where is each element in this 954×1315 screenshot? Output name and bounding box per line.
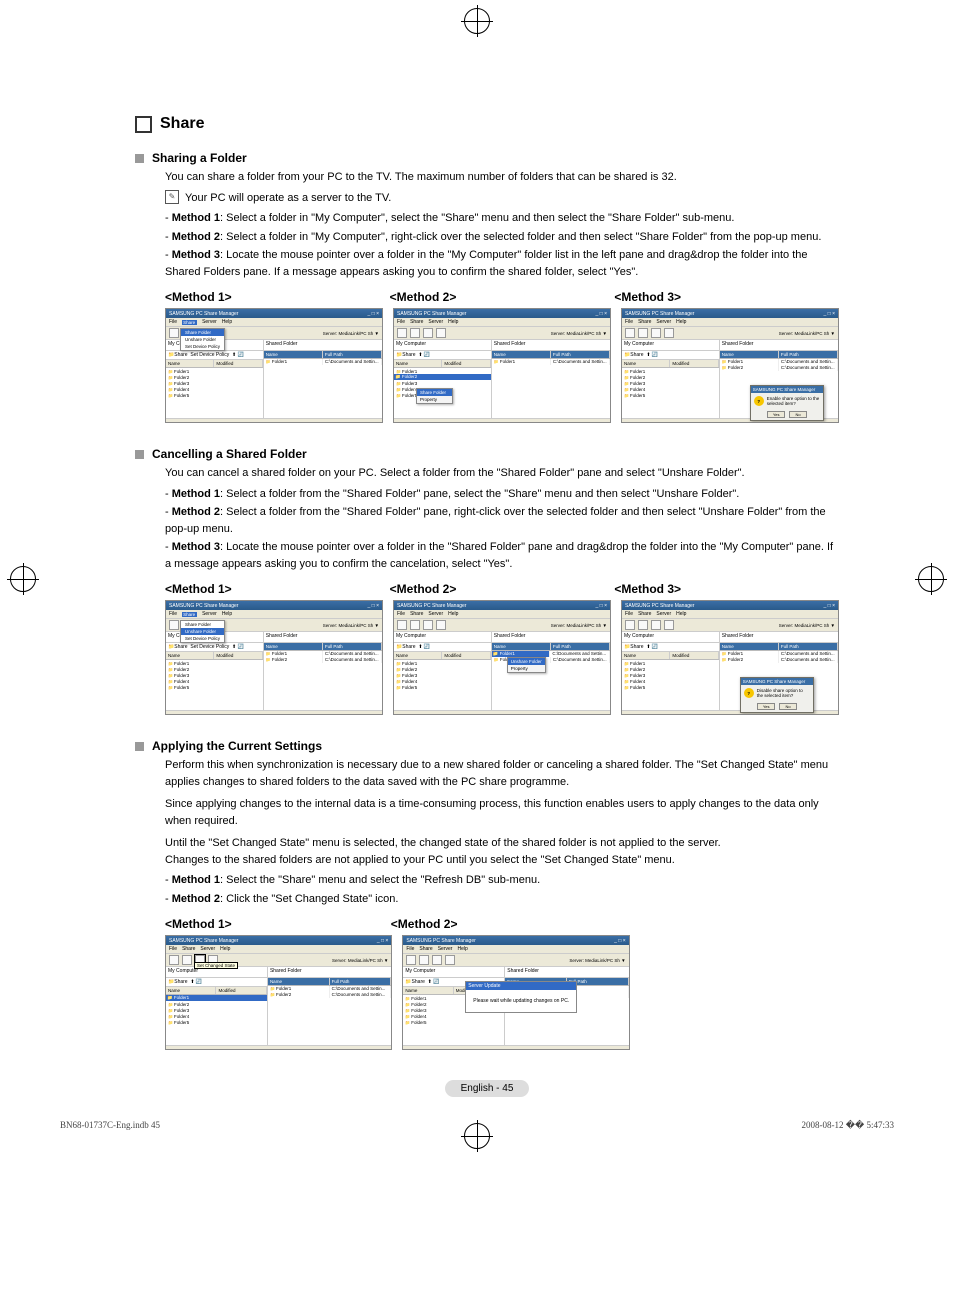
registration-mark: [10, 566, 36, 592]
screenshot-cancel-m2: SAMSUNG PC Share Manager_ □ × FileShareS…: [393, 600, 611, 715]
bullet-icon: [135, 450, 144, 459]
para-3: Until the "Set Changed State" menu is se…: [165, 835, 839, 852]
method-2: Method 2: Select a folder in "My Compute…: [165, 229, 839, 246]
para-4: Changes to the shared folders are not ap…: [165, 852, 839, 869]
confirm-dialog[interactable]: SAMSUNG PC Share Manager ?Disable share …: [740, 677, 814, 713]
page-number: English - 45: [445, 1080, 530, 1097]
heading-text: Applying the Current Settings: [152, 739, 322, 753]
title-text: Share: [160, 115, 204, 133]
intro-text: You can share a folder from your PC to t…: [165, 169, 839, 186]
method-1: Method 1: Select a folder from the "Shar…: [165, 486, 839, 503]
screenshot-apply-m2: SAMSUNG PC Share Manager_ □ × FileShareS…: [402, 935, 629, 1050]
screenshot-share-m2: SAMSUNG PC Share Manager_ □ × FileShareS…: [393, 308, 611, 423]
registration-mark: [918, 566, 944, 592]
screenshot-cancel-m3: SAMSUNG PC Share Manager_ □ × FileShareS…: [621, 600, 839, 715]
method1-label: <Method 1>: [165, 288, 390, 306]
wait-dialog: Server Update Please wait while updating…: [465, 981, 577, 1013]
confirm-dialog[interactable]: SAMSUNG PC Share Manager ?Enable share o…: [750, 385, 824, 421]
method1-label: <Method 1>: [165, 580, 390, 598]
registration-mark: [464, 8, 490, 34]
print-footer-right: 2008-08-12 �� 5:47:33: [802, 1120, 894, 1131]
screenshot-cancel-m1: SAMSUNG PC Share Manager_ □ × File Share…: [165, 600, 383, 715]
method-2: Method 2: Click the "Set Changed State" …: [165, 891, 839, 908]
section-heading: Sharing a Folder: [135, 151, 839, 165]
context-menu[interactable]: Unshare Folder Property: [507, 657, 546, 673]
print-footer: BN68-01737C-Eng.indb 45 2008-08-12 �� 5:…: [60, 1120, 894, 1131]
method-1: Method 1: Select the "Share" menu and se…: [165, 872, 839, 889]
para-2: Since applying changes to the internal d…: [165, 796, 839, 829]
intro-text: You can cancel a shared folder on your P…: [165, 465, 839, 482]
method-1: Method 1: Select a folder in "My Compute…: [165, 210, 839, 227]
share-menu-dropdown[interactable]: Share Folder Unshare Folder Set Device P…: [180, 328, 225, 351]
method-3: Method 3: Locate the mouse pointer over …: [165, 247, 839, 280]
heading-text: Sharing a Folder: [152, 151, 247, 165]
screenshot-share-m3: SAMSUNG PC Share Manager_ □ × FileShareS…: [621, 308, 839, 423]
method-3: Method 3: Locate the mouse pointer over …: [165, 539, 839, 572]
heading-text: Cancelling a Shared Folder: [152, 447, 307, 461]
screenshot-share-m1: SAMSUNG PC Share Manager_ □ × File Share…: [165, 308, 383, 423]
method2-label: <Method 2>: [391, 915, 617, 933]
title-bullet-icon: [135, 116, 152, 133]
page-footer: English - 45: [135, 1080, 839, 1097]
method2-label: <Method 2>: [390, 580, 615, 598]
method-2: Method 2: Select a folder from the "Shar…: [165, 504, 839, 537]
section-cancel: Cancelling a Shared Folder You can cance…: [135, 447, 839, 715]
method1-label: <Method 1>: [165, 915, 391, 933]
method2-label: <Method 2>: [390, 288, 615, 306]
note-icon: ✎: [165, 190, 179, 204]
method3-label: <Method 3>: [614, 580, 839, 598]
bullet-icon: [135, 742, 144, 751]
method3-label: <Method 3>: [614, 288, 839, 306]
section-sharing: Sharing a Folder You can share a folder …: [135, 151, 839, 423]
note-text: Your PC will operate as a server to the …: [185, 190, 391, 207]
print-footer-left: BN68-01737C-Eng.indb 45: [60, 1120, 160, 1131]
bullet-icon: [135, 154, 144, 163]
tooltip: Set Changed State: [194, 962, 238, 969]
share-menu-dropdown[interactable]: Share Folder Unshare Folder Set Device P…: [180, 620, 225, 643]
screenshot-apply-m1: SAMSUNG PC Share Manager_ □ × FileShareS…: [165, 935, 392, 1050]
para-1: Perform this when synchronization is nec…: [165, 757, 839, 790]
section-apply: Applying the Current Settings Perform th…: [135, 739, 839, 1050]
page-title: Share: [135, 115, 839, 133]
context-menu[interactable]: Share Folder Property: [416, 388, 453, 404]
note: ✎ Your PC will operate as a server to th…: [165, 190, 839, 207]
